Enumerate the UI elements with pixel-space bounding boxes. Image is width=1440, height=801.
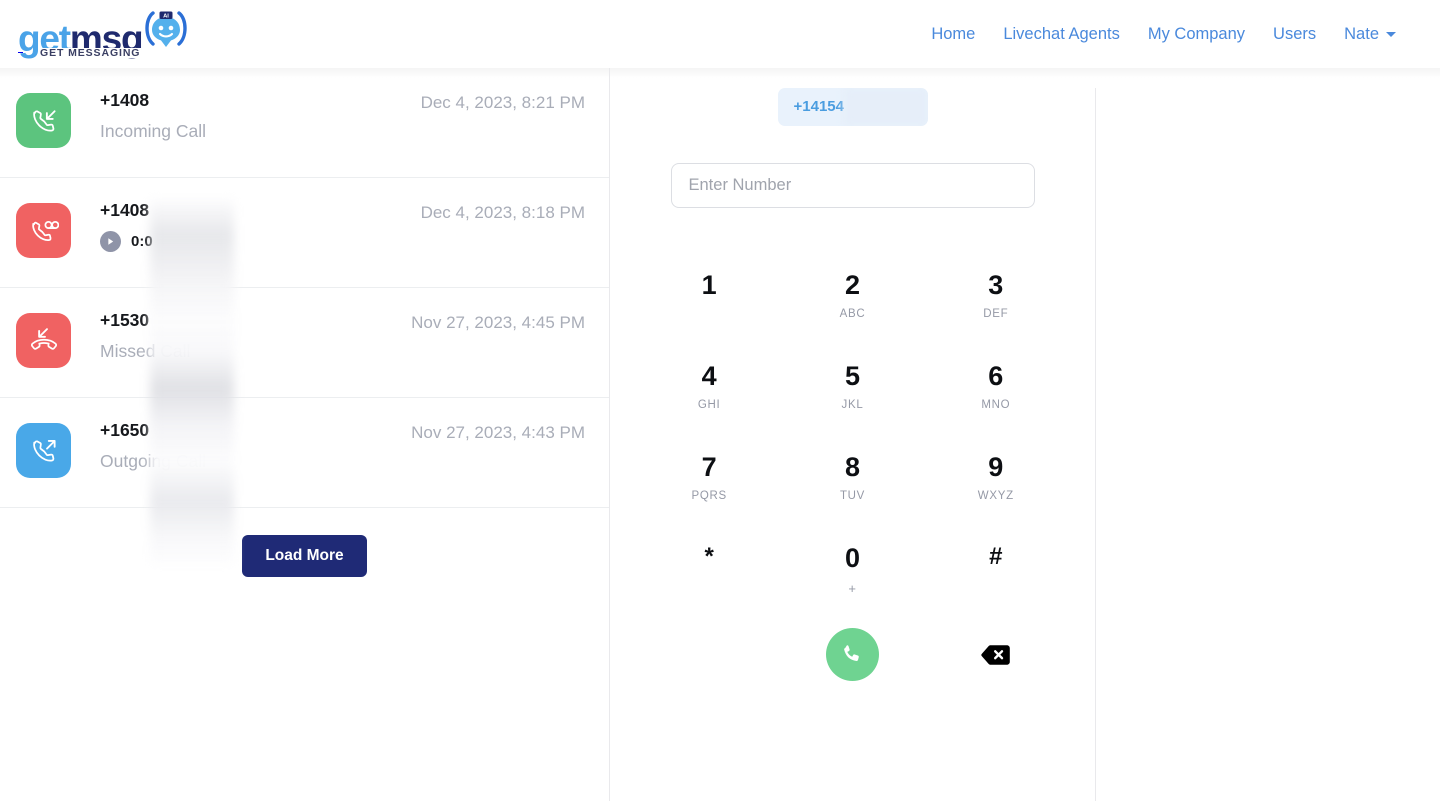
call-row-details: +1650 Outgoing Call [71, 420, 411, 473]
column-divider-right [1095, 88, 1096, 801]
call-history-list: +1408 Incoming Call Dec 4, 2023, 8:21 PM… [0, 68, 609, 577]
caller-id-badge[interactable]: +14154 [777, 88, 928, 126]
load-more-button[interactable]: Load More [242, 535, 367, 577]
dialer-panel: +14154 1 2 ABC 3 DEF 4 GHI 5 JKL [610, 68, 1095, 681]
dialpad-letters: GHI [697, 399, 721, 411]
dialpad-key-1[interactable]: 1 [638, 268, 781, 326]
nav-item-users[interactable]: Users [1259, 18, 1330, 51]
call-status-label: Incoming Call [100, 120, 207, 141]
user-menu-label: Nate [1344, 24, 1379, 43]
page-content: +1408 Incoming Call Dec 4, 2023, 8:21 PM… [0, 68, 1440, 801]
dialpad: 1 2 ABC 3 DEF 4 GHI 5 JKL 6 MNO 7 PQRS 8… [638, 268, 1068, 599]
call-row-details: +1530 Missed Call [71, 310, 411, 363]
call-button[interactable] [825, 628, 879, 681]
table-row[interactable]: +1408 Incoming Call Dec 4, 2023, 8:21 PM [0, 68, 609, 178]
dialpad-digit: 1 [701, 270, 717, 300]
chatbot-ai-icon: AI [140, 9, 192, 54]
play-icon[interactable] [100, 230, 121, 252]
dialpad-digit: 8 [844, 452, 860, 482]
dialpad-letters: DEF [983, 308, 1009, 320]
dialpad-key-star[interactable]: * [638, 541, 781, 599]
load-more-container: Load More [0, 508, 609, 577]
nav-item-livechat-agents[interactable]: Livechat Agents [989, 18, 1134, 51]
voicemail-player[interactable]: 0:0 [100, 230, 421, 252]
dialpad-letters: ABC [839, 308, 866, 320]
logo-wordmark: getmsg GET MESSAGING [18, 20, 144, 59]
dialpad-digit: 9 [988, 452, 1004, 482]
dialpad-digit: 4 [701, 361, 717, 391]
dialpad-key-8[interactable]: 8 TUV [781, 450, 924, 508]
dialpad-key-7[interactable]: 7 PQRS [638, 450, 781, 508]
backspace-icon [981, 644, 1011, 666]
table-row[interactable]: +1530 Missed Call Nov 27, 2023, 4:45 PM [0, 288, 609, 398]
voicemail-duration: 0:0 [131, 232, 153, 250]
dialpad-digit: 6 [988, 361, 1004, 391]
dialpad-digit: 2 [844, 270, 860, 300]
call-phone-number: +1408 [100, 90, 150, 110]
incoming-call-icon [16, 93, 71, 148]
svg-text:AI: AI [163, 13, 169, 19]
app-header: getmsg GET MESSAGING AI Home Livechat Ag… [0, 0, 1440, 78]
dialpad-key-4[interactable]: 4 GHI [638, 359, 781, 417]
dialpad-key-5[interactable]: 5 JKL [781, 359, 924, 417]
dialpad-key-2[interactable]: 2 ABC [781, 268, 924, 326]
dialpad-digit: * [704, 543, 714, 570]
main-navigation: Home Livechat Agents My Company Users Na… [917, 18, 1424, 51]
dialpad-letters: WXYZ [977, 490, 1014, 502]
dialpad-key-3[interactable]: 3 DEF [924, 268, 1067, 326]
dialpad-key-9[interactable]: 9 WXYZ [924, 450, 1067, 508]
call-row-details: +1408 Incoming Call [71, 90, 421, 143]
voicemail-icon [16, 203, 71, 258]
dialpad-letters: JKL [841, 399, 864, 411]
missed-call-icon [16, 313, 71, 368]
table-row[interactable]: +1408 0:0 Dec 4, 2023, 8:18 PM [0, 178, 609, 288]
call-timestamp: Dec 4, 2023, 8:21 PM [420, 93, 585, 112]
dialpad-key-6[interactable]: 6 MNO [924, 359, 1067, 417]
dialpad-digit: 5 [844, 361, 860, 391]
enter-number-input[interactable] [670, 163, 1035, 208]
logo-subtitle: GET MESSAGING [39, 46, 142, 59]
dialpad-key-hash[interactable]: # [924, 541, 1067, 599]
dialpad-digit: 3 [988, 270, 1004, 300]
call-timestamp: Nov 27, 2023, 4:43 PM [411, 423, 585, 442]
call-timestamp: Nov 27, 2023, 4:45 PM [411, 313, 585, 332]
dialpad-letters: PQRS [691, 490, 727, 502]
call-status-label: Outgoing Call [100, 450, 207, 471]
call-phone-number: +1650 [100, 420, 150, 440]
call-phone-number: +1408 [100, 200, 150, 220]
call-row-details: +1408 0:0 [71, 200, 421, 252]
dialpad-letters: TUV [839, 490, 866, 502]
caller-id-number: +14154 [793, 98, 844, 115]
backspace-button[interactable] [975, 638, 1016, 672]
call-timestamp: Dec 4, 2023, 8:18 PM [420, 203, 585, 222]
nav-item-home[interactable]: Home [917, 18, 989, 51]
dialpad-letters: MNO [981, 399, 1011, 411]
dialpad-digit: 0 [844, 543, 860, 573]
caller-id-redaction [843, 88, 928, 126]
dialpad-key-0[interactable]: 0 + [781, 541, 924, 599]
outgoing-call-icon [16, 423, 71, 478]
call-phone-number: +1530 [100, 310, 150, 330]
nav-item-user-menu[interactable]: Nate [1330, 18, 1410, 51]
table-row[interactable]: +1650 Outgoing Call Nov 27, 2023, 4:43 P… [0, 398, 609, 508]
dialpad-letters: + [848, 581, 857, 596]
nav-item-my-company[interactable]: My Company [1134, 18, 1259, 51]
brand-logo[interactable]: getmsg GET MESSAGING AI [18, 9, 192, 59]
phone-icon [840, 642, 865, 667]
chevron-down-icon [1386, 31, 1396, 37]
dialpad-digit: 7 [701, 452, 717, 482]
dialpad-digit: # [989, 543, 1003, 570]
call-status-label: Missed Call [100, 340, 191, 361]
dialer-actions [638, 628, 1068, 681]
